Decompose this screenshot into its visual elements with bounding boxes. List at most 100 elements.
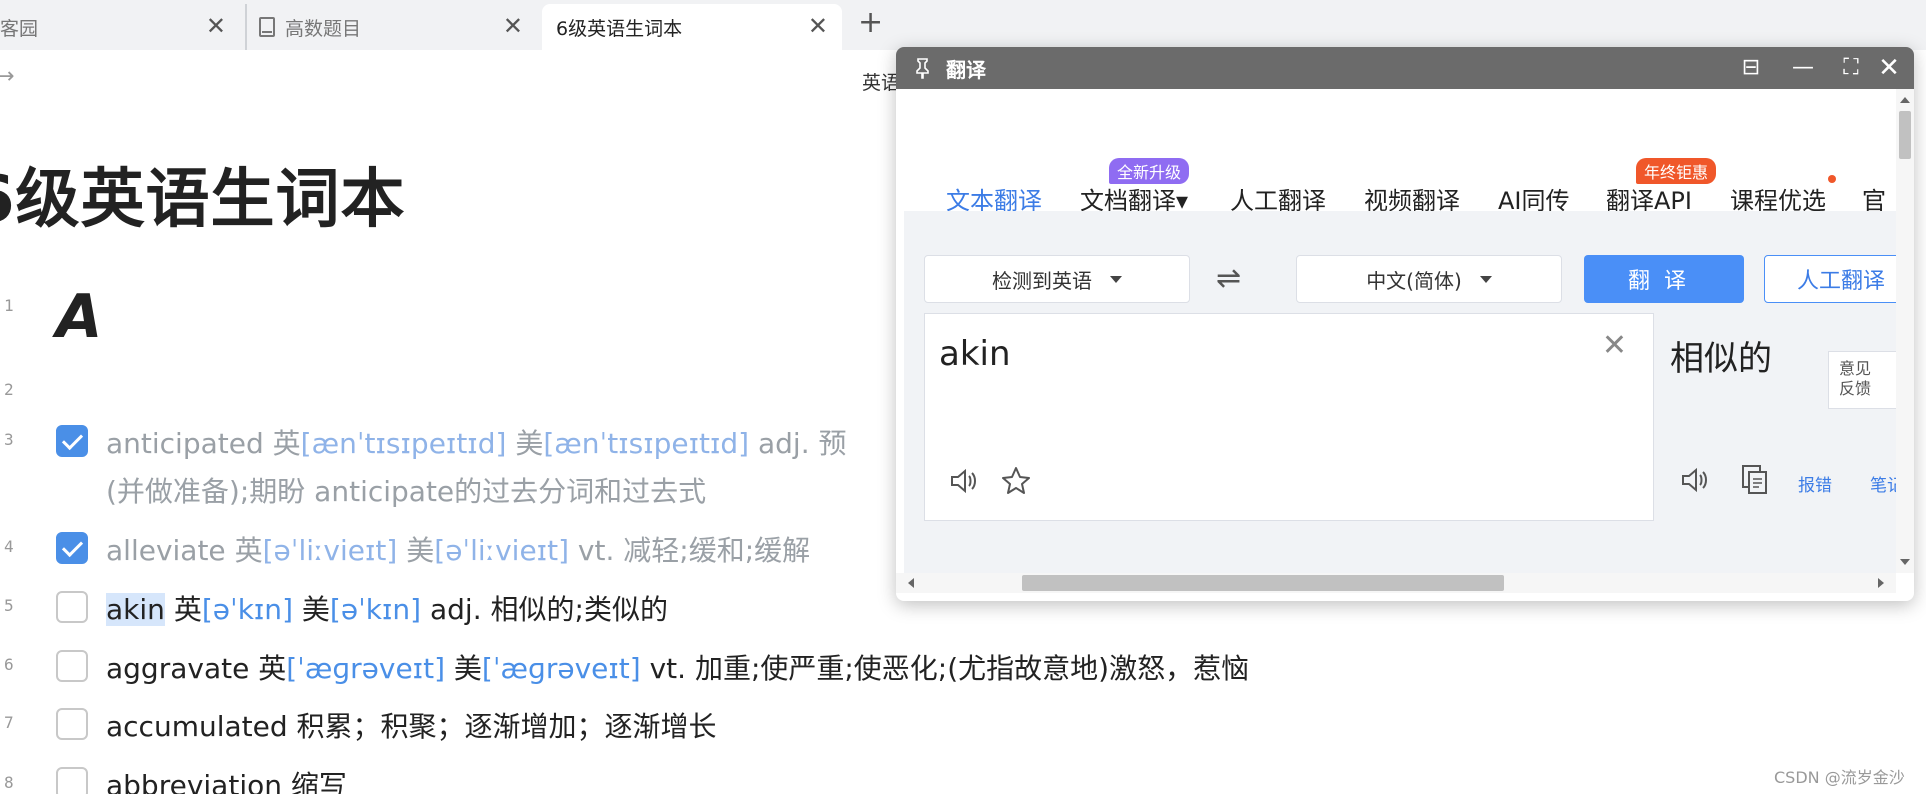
list-item: alleviate 英[əˈliːvieɪt] 美[əˈliːvieɪt] vt…	[56, 527, 810, 575]
item-text: anticipated 英[ænˈtɪsɪpeɪtɪd] 美[ænˈtɪsɪpe…	[106, 427, 847, 460]
line-number: 4	[4, 537, 14, 556]
caret-down-icon	[1110, 275, 1122, 283]
list-item: aggravate 英[ˈæɡrəveɪt] 美[ˈæɡrəveɪt] vt. …	[56, 645, 1249, 693]
item-text: accumulated 积累；积聚；逐渐增加；逐渐增长	[106, 703, 717, 751]
browser-tab-bar: 客园 ✕ 高数题目 ✕ 6级英语生词本 ✕ +	[0, 0, 1926, 50]
close-icon[interactable]: ✕	[1876, 55, 1902, 81]
line-number: 5	[4, 596, 14, 615]
header-label: 英语	[862, 72, 901, 94]
tab-math-problems[interactable]: 高数题目 ✕	[245, 4, 537, 50]
list-item: akin 英[əˈkɪn] 美[əˈkɪn] adj. 相似的;类似的	[56, 586, 668, 634]
tab-close-icon[interactable]: ✕	[206, 14, 226, 38]
forward-arrow-icon[interactable]: →	[0, 64, 14, 89]
translator-titlebar[interactable]: 翻译 ⊟ — ⛶ ✕	[896, 47, 1914, 89]
report-error-link[interactable]: 报错	[1798, 471, 1832, 496]
us-label: 美	[453, 652, 482, 685]
vertical-scrollbar[interactable]	[1896, 89, 1914, 573]
line-number: 1	[4, 296, 14, 315]
task-checkbox[interactable]	[56, 425, 88, 457]
page-title: 6级英语生词本	[0, 163, 406, 237]
word: abbreviation	[106, 769, 282, 794]
tab-vocabulary-active[interactable]: 6级英语生词本 ✕	[542, 4, 842, 50]
task-checkbox[interactable]	[56, 591, 88, 623]
copy-icon[interactable]	[1740, 463, 1770, 495]
tab-label: 客园	[0, 17, 39, 40]
tab-blog[interactable]: 客园 ✕	[0, 4, 240, 50]
notification-dot	[1828, 175, 1836, 183]
task-checkbox[interactable]	[56, 650, 88, 682]
meaning: 缩写	[290, 769, 347, 794]
maximize-icon[interactable]: ⛶	[1838, 55, 1864, 81]
uk-phonetic: ænˈtɪsɪpeɪtɪd	[311, 427, 496, 460]
translate-button[interactable]: 翻译	[1584, 255, 1744, 303]
result-text: 相似的	[1670, 339, 1772, 379]
source-text[interactable]: akin	[939, 334, 1011, 374]
pin-icon[interactable]	[912, 57, 934, 79]
swap-languages-icon[interactable]: ⇌	[1216, 261, 1241, 296]
list-item: anticipated 英[ænˈtɪsɪpeɪtɪd] 美[ænˈtɪsɪpe…	[56, 420, 847, 468]
feedback-button[interactable]: 意见 反馈	[1828, 351, 1898, 409]
badge-new-upgrade: 全新升级	[1109, 158, 1190, 184]
scroll-thumb[interactable]	[1899, 111, 1911, 159]
horizontal-scrollbar[interactable]	[896, 573, 1896, 593]
meaning: adj. 相似的;类似的	[430, 593, 668, 626]
meaning: vt. 加重;使严重;使恶化;(尤指故意地)激怒，惹恼	[649, 652, 1250, 685]
save-icon[interactable]: ⊟	[1738, 55, 1764, 81]
scroll-right-icon[interactable]	[1878, 578, 1884, 588]
us-phonetic: ˈæɡrəveɪt	[492, 652, 630, 685]
us-phonetic: əˈliːvieɪt	[445, 534, 559, 567]
scroll-left-icon[interactable]	[908, 578, 914, 588]
task-checkbox[interactable]	[56, 708, 88, 740]
feedback-label: 意见	[1839, 359, 1872, 378]
human-translate-button[interactable]: 人工翻译	[1764, 255, 1914, 303]
word-selected[interactable]: akin	[106, 593, 165, 626]
result-area: 相似的 意见 反馈 报错 笔记	[1656, 313, 1906, 521]
minimize-icon[interactable]: —	[1790, 55, 1816, 81]
word: alleviate	[106, 534, 226, 567]
meaning: vt. 减轻;缓和;缓解	[577, 534, 811, 567]
tab-close-icon[interactable]: ✕	[808, 14, 828, 38]
item-text: abbreviation 缩写	[106, 762, 347, 794]
target-language-label: 中文(简体)	[1366, 268, 1462, 293]
translator-window: 翻译 ⊟ — ⛶ ✕ 文本翻译 文档翻译▾ 人工翻译 视频翻译 AI同传 翻译A…	[896, 47, 1914, 601]
new-tab-button[interactable]: +	[858, 6, 883, 40]
line-number: 3	[4, 430, 14, 449]
source-text-area[interactable]: akin ✕	[924, 313, 1654, 521]
uk-label: 英	[173, 593, 202, 626]
us-label: 美	[515, 427, 544, 460]
star-icon[interactable]	[999, 464, 1033, 498]
section-heading: A	[56, 282, 103, 352]
clear-icon[interactable]: ✕	[1602, 328, 1627, 363]
notebook-icon	[259, 17, 275, 37]
word: aggravate	[106, 652, 250, 685]
line-number: 7	[4, 713, 14, 732]
uk-phonetic: əˈliːvieɪt	[273, 534, 387, 567]
source-language-select[interactable]: 检测到英语	[924, 255, 1190, 303]
scroll-thumb[interactable]	[1022, 575, 1504, 591]
tab-label: 高数题目	[285, 17, 362, 40]
scroll-up-icon[interactable]	[1900, 97, 1910, 103]
uk-label: 英	[258, 652, 287, 685]
word: anticipated	[106, 427, 264, 460]
watermark: CSDN @流岁金沙	[1774, 768, 1905, 787]
translator-title: 翻译	[946, 57, 986, 82]
speaker-icon[interactable]	[947, 464, 981, 498]
list-item: accumulated 积累；积聚；逐渐增加；逐渐增长	[56, 703, 717, 751]
caret-down-icon	[1479, 275, 1492, 283]
meaning: adj. 预	[758, 427, 847, 460]
badge-year-end-sale: 年终钜惠	[1636, 158, 1717, 184]
target-language-select[interactable]: 中文(简体)	[1296, 255, 1562, 303]
task-checkbox[interactable]	[56, 532, 88, 564]
source-language-label: 检测到英语	[992, 268, 1092, 293]
item-text: akin 英[əˈkɪn] 美[əˈkɪn] adj. 相似的;类似的	[106, 593, 668, 626]
item-continuation: (并做准备);期盼 anticipate的过去分词和过去式	[106, 475, 707, 508]
line-number: 2	[4, 380, 14, 399]
speaker-icon[interactable]	[1678, 463, 1712, 497]
tab-close-icon[interactable]: ✕	[503, 14, 523, 38]
scroll-down-icon[interactable]	[1900, 559, 1910, 565]
uk-label: 英	[234, 534, 263, 567]
line-number: 8	[4, 773, 14, 792]
list-item: abbreviation 缩写	[56, 762, 347, 794]
task-checkbox[interactable]	[56, 767, 88, 794]
translator-nav: 文本翻译 文档翻译▾ 人工翻译 视频翻译 AI同传 翻译API 课程优选 官 全…	[896, 89, 1896, 215]
